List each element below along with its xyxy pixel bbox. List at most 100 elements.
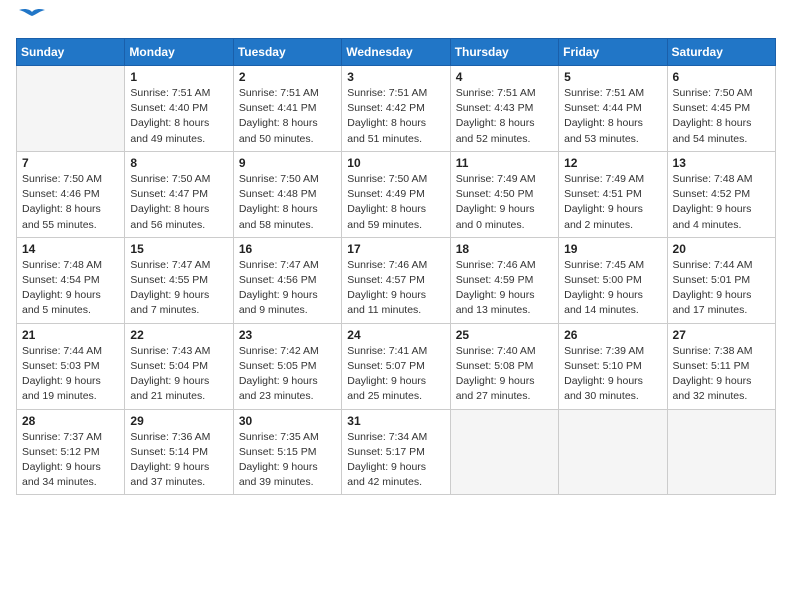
day-info: Sunrise: 7:42 AMSunset: 5:05 PMDaylight:… xyxy=(239,344,336,405)
day-of-week-header: Saturday xyxy=(667,39,775,66)
day-number: 5 xyxy=(564,70,661,84)
calendar-cell: 31 Sunrise: 7:34 AMSunset: 5:17 PMDayligh… xyxy=(342,409,450,495)
calendar-cell: 11Sunrise: 7:49 AMSunset: 4:50 PMDayligh… xyxy=(450,151,558,237)
day-number: 9 xyxy=(239,156,336,170)
day-info: Sunrise: 7:46 AMSunset: 4:57 PMDaylight:… xyxy=(347,258,444,319)
day-number: 19 xyxy=(564,242,661,256)
calendar-cell: 23 Sunrise: 7:42 AMSunset: 5:05 PMDayligh… xyxy=(233,323,341,409)
calendar-cell: 30 Sunrise: 7:35 AMSunset: 5:15 PMDayligh… xyxy=(233,409,341,495)
week-row: 21Sunrise: 7:44 AMSunset: 5:03 PMDayligh… xyxy=(17,323,776,409)
day-number: 14 xyxy=(22,242,119,256)
calendar-cell: 17 Sunrise: 7:46 AMSunset: 4:57 PMDayligh… xyxy=(342,237,450,323)
day-info: Sunrise: 7:43 AMSunset: 5:04 PMDaylight:… xyxy=(130,344,227,405)
day-info: Sunrise: 7:50 AMSunset: 4:47 PMDaylight:… xyxy=(130,172,227,233)
page-header xyxy=(16,16,776,30)
calendar-cell: 10 Sunrise: 7:50 AMSunset: 4:49 PMDayligh… xyxy=(342,151,450,237)
day-info: Sunrise: 7:44 AMSunset: 5:03 PMDaylight:… xyxy=(22,344,119,405)
calendar-cell: 18Sunrise: 7:46 AMSunset: 4:59 PMDayligh… xyxy=(450,237,558,323)
day-number: 23 xyxy=(239,328,336,342)
day-info: Sunrise: 7:50 AMSunset: 4:45 PMDaylight:… xyxy=(673,86,770,147)
day-of-week-header: Sunday xyxy=(17,39,125,66)
day-info: Sunrise: 7:50 AMSunset: 4:49 PMDaylight:… xyxy=(347,172,444,233)
day-info: Sunrise: 7:47 AMSunset: 4:55 PMDaylight:… xyxy=(130,258,227,319)
day-number: 30 xyxy=(239,414,336,428)
logo-bird-icon xyxy=(18,8,46,30)
day-info: Sunrise: 7:45 AMSunset: 5:00 PMDaylight:… xyxy=(564,258,661,319)
day-info: Sunrise: 7:48 AMSunset: 4:54 PMDaylight:… xyxy=(22,258,119,319)
day-number: 7 xyxy=(22,156,119,170)
calendar-cell: 28 Sunrise: 7:37 AMSunset: 5:12 PMDayligh… xyxy=(17,409,125,495)
day-number: 25 xyxy=(456,328,553,342)
calendar-cell: 1 Sunrise: 7:51 AMSunset: 4:40 PMDaylight… xyxy=(125,66,233,152)
day-number: 3 xyxy=(347,70,444,84)
day-info: Sunrise: 7:39 AMSunset: 5:10 PMDaylight:… xyxy=(564,344,661,405)
day-of-week-header: Tuesday xyxy=(233,39,341,66)
day-info: Sunrise: 7:51 AMSunset: 4:44 PMDaylight:… xyxy=(564,86,661,147)
day-number: 1 xyxy=(130,70,227,84)
day-number: 27 xyxy=(673,328,770,342)
calendar-cell: 6 Sunrise: 7:50 AMSunset: 4:45 PMDaylight… xyxy=(667,66,775,152)
calendar-cell xyxy=(667,409,775,495)
day-number: 15 xyxy=(130,242,227,256)
calendar-cell: 12 Sunrise: 7:49 AMSunset: 4:51 PMDayligh… xyxy=(559,151,667,237)
calendar-cell: 8 Sunrise: 7:50 AMSunset: 4:47 PMDaylight… xyxy=(125,151,233,237)
calendar-cell: 16Sunrise: 7:47 AMSunset: 4:56 PMDayligh… xyxy=(233,237,341,323)
calendar-header-row: SundayMondayTuesdayWednesdayThursdayFrid… xyxy=(17,39,776,66)
calendar-cell: 26 Sunrise: 7:39 AMSunset: 5:10 PMDayligh… xyxy=(559,323,667,409)
calendar-cell: 27 Sunrise: 7:38 AMSunset: 5:11 PMDayligh… xyxy=(667,323,775,409)
day-number: 28 xyxy=(22,414,119,428)
calendar-cell: 2Sunrise: 7:51 AMSunset: 4:41 PMDaylight… xyxy=(233,66,341,152)
day-info: Sunrise: 7:36 AMSunset: 5:14 PMDaylight:… xyxy=(130,430,227,491)
day-number: 17 xyxy=(347,242,444,256)
calendar-cell: 15 Sunrise: 7:47 AMSunset: 4:55 PMDayligh… xyxy=(125,237,233,323)
day-info: Sunrise: 7:44 AMSunset: 5:01 PMDaylight:… xyxy=(673,258,770,319)
day-number: 31 xyxy=(347,414,444,428)
logo xyxy=(16,16,46,30)
calendar-cell: 13 Sunrise: 7:48 AMSunset: 4:52 PMDayligh… xyxy=(667,151,775,237)
day-of-week-header: Monday xyxy=(125,39,233,66)
calendar-cell: 24Sunrise: 7:41 AMSunset: 5:07 PMDayligh… xyxy=(342,323,450,409)
day-info: Sunrise: 7:51 AMSunset: 4:40 PMDaylight:… xyxy=(130,86,227,147)
day-number: 13 xyxy=(673,156,770,170)
calendar-cell: 19 Sunrise: 7:45 AMSunset: 5:00 PMDayligh… xyxy=(559,237,667,323)
day-number: 26 xyxy=(564,328,661,342)
day-number: 20 xyxy=(673,242,770,256)
day-number: 12 xyxy=(564,156,661,170)
week-row: 7 Sunrise: 7:50 AMSunset: 4:46 PMDaylight… xyxy=(17,151,776,237)
week-row: 14 Sunrise: 7:48 AMSunset: 4:54 PMDayligh… xyxy=(17,237,776,323)
calendar-cell xyxy=(559,409,667,495)
day-info: Sunrise: 7:49 AMSunset: 4:51 PMDaylight:… xyxy=(564,172,661,233)
day-info: Sunrise: 7:48 AMSunset: 4:52 PMDaylight:… xyxy=(673,172,770,233)
day-info: Sunrise: 7:49 AMSunset: 4:50 PMDaylight:… xyxy=(456,172,553,233)
day-number: 2 xyxy=(239,70,336,84)
day-info: Sunrise: 7:34 AMSunset: 5:17 PMDaylight:… xyxy=(347,430,444,491)
week-row: 1 Sunrise: 7:51 AMSunset: 4:40 PMDaylight… xyxy=(17,66,776,152)
day-info: Sunrise: 7:38 AMSunset: 5:11 PMDaylight:… xyxy=(673,344,770,405)
calendar-cell: 7 Sunrise: 7:50 AMSunset: 4:46 PMDaylight… xyxy=(17,151,125,237)
calendar-cell: 21Sunrise: 7:44 AMSunset: 5:03 PMDayligh… xyxy=(17,323,125,409)
calendar-cell xyxy=(450,409,558,495)
day-of-week-header: Wednesday xyxy=(342,39,450,66)
day-number: 29 xyxy=(130,414,227,428)
day-number: 4 xyxy=(456,70,553,84)
day-number: 8 xyxy=(130,156,227,170)
calendar-cell: 14 Sunrise: 7:48 AMSunset: 4:54 PMDayligh… xyxy=(17,237,125,323)
day-number: 10 xyxy=(347,156,444,170)
calendar-cell xyxy=(17,66,125,152)
calendar-cell: 25 Sunrise: 7:40 AMSunset: 5:08 PMDayligh… xyxy=(450,323,558,409)
day-info: Sunrise: 7:35 AMSunset: 5:15 PMDaylight:… xyxy=(239,430,336,491)
calendar-table: SundayMondayTuesdayWednesdayThursdayFrid… xyxy=(16,38,776,495)
calendar-cell: 5 Sunrise: 7:51 AMSunset: 4:44 PMDaylight… xyxy=(559,66,667,152)
day-info: Sunrise: 7:40 AMSunset: 5:08 PMDaylight:… xyxy=(456,344,553,405)
day-number: 16 xyxy=(239,242,336,256)
calendar-cell: 20 Sunrise: 7:44 AMSunset: 5:01 PMDayligh… xyxy=(667,237,775,323)
day-info: Sunrise: 7:50 AMSunset: 4:48 PMDaylight:… xyxy=(239,172,336,233)
day-info: Sunrise: 7:46 AMSunset: 4:59 PMDaylight:… xyxy=(456,258,553,319)
day-info: Sunrise: 7:37 AMSunset: 5:12 PMDaylight:… xyxy=(22,430,119,491)
day-info: Sunrise: 7:51 AMSunset: 4:43 PMDaylight:… xyxy=(456,86,553,147)
day-info: Sunrise: 7:50 AMSunset: 4:46 PMDaylight:… xyxy=(22,172,119,233)
day-number: 6 xyxy=(673,70,770,84)
day-number: 24 xyxy=(347,328,444,342)
calendar-cell: 22Sunrise: 7:43 AMSunset: 5:04 PMDayligh… xyxy=(125,323,233,409)
week-row: 28 Sunrise: 7:37 AMSunset: 5:12 PMDayligh… xyxy=(17,409,776,495)
